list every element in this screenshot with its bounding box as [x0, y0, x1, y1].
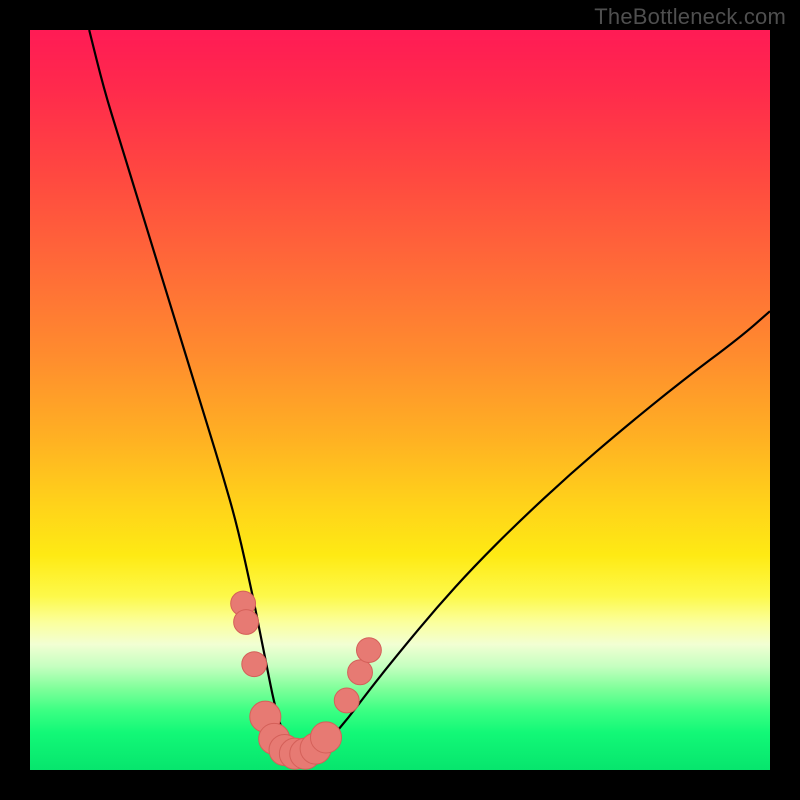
watermark-text: TheBottleneck.com — [594, 4, 786, 30]
curve-marker — [356, 638, 381, 663]
curve-marker — [334, 688, 359, 713]
curve-marker — [310, 722, 341, 753]
curve-marker — [234, 610, 259, 635]
chart-frame: TheBottleneck.com — [0, 0, 800, 800]
curve-marker — [242, 652, 267, 677]
bottleneck-curve — [89, 30, 770, 755]
chart-overlay — [30, 30, 770, 770]
curve-markers — [231, 591, 382, 769]
curve-marker — [348, 660, 373, 685]
